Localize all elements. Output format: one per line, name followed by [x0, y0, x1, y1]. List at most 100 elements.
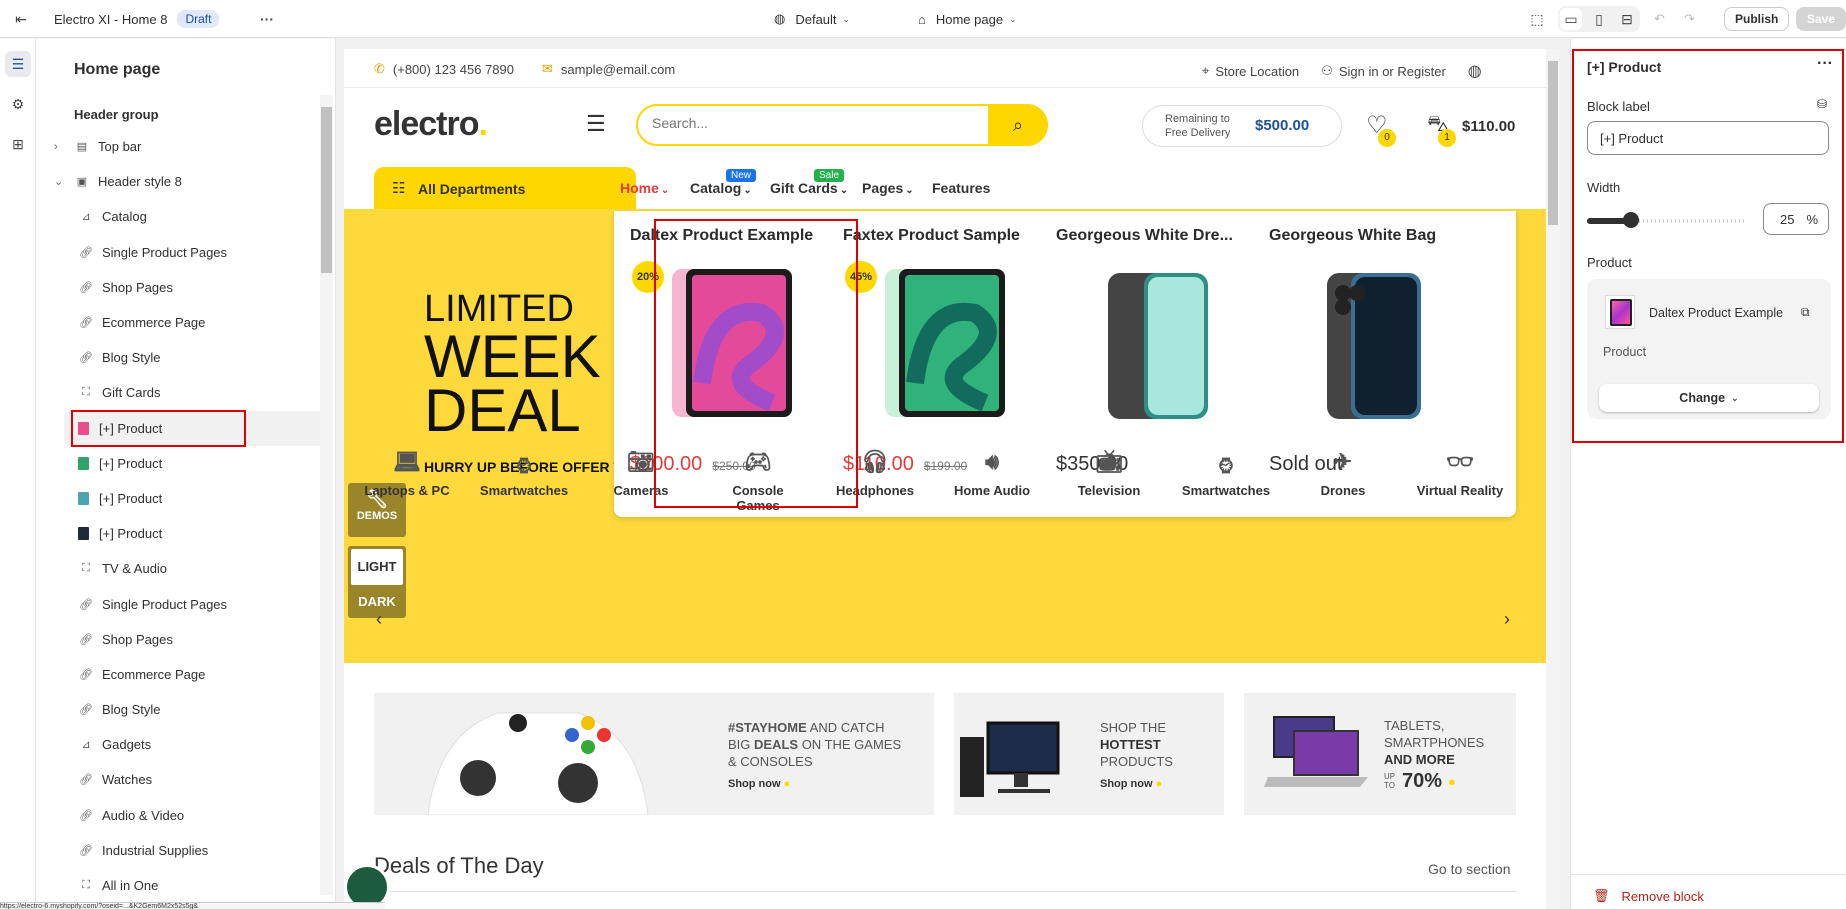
sidebar-item[interactable]: 🔗︎ Industrial Supplies	[36, 833, 326, 868]
status-url: https://electro-6.myshopify.com/?oseid=.…	[0, 902, 385, 909]
sign-in-link[interactable]: Sign in or Register	[1339, 64, 1446, 79]
fullwidth-view-icon[interactable]: ⊟	[1616, 8, 1638, 30]
editor-rail: ☰ ⚙ ⊞	[0, 39, 36, 909]
sidebar-item[interactable]: 🔗︎ Single Product Pages	[36, 586, 326, 621]
hamburger-menu-icon[interactable]: ☰	[586, 111, 606, 137]
theme-toggle[interactable]: LIGHT DARK	[348, 546, 406, 618]
arrow-circle-icon: ●	[783, 778, 791, 790]
sidebar-item[interactable]: [+] Product	[36, 446, 326, 481]
sidebar-item[interactable]: [+] Product	[36, 481, 326, 516]
arrow-circle-icon: ●	[1155, 778, 1163, 790]
nav-item-home[interactable]: Home ⌄	[620, 180, 669, 196]
apps-icon[interactable]: ⊞	[5, 131, 31, 157]
category-item[interactable]: ⌚︎ Smartwatches	[469, 449, 579, 498]
sidebar-item-label: Watches	[102, 772, 153, 788]
sidebar-item[interactable]: 🔗︎ Blog Style	[36, 692, 326, 727]
sidebar-item[interactable]: 🔗︎ Single Product Pages	[36, 235, 326, 270]
banner-games[interactable]: #STAYHOME AND CATCH BIG DEALS ON THE GAM…	[374, 693, 934, 815]
store-location-link[interactable]: Store Location	[1215, 64, 1299, 79]
game-controller-image	[427, 712, 649, 815]
all-departments-button[interactable]: ☷ All Departments	[374, 167, 636, 213]
carousel-prev-icon[interactable]: ‹	[376, 609, 382, 630]
sidebar-item[interactable]: 🔗︎ Blog Style	[36, 340, 326, 375]
link-icon: 🔗︎	[79, 809, 93, 822]
banner-1-cta[interactable]: Shop now	[728, 778, 781, 790]
link-icon: 🔗︎	[79, 774, 93, 787]
mobile-view-icon[interactable]: ▯	[1588, 8, 1610, 30]
product-image[interactable]	[1291, 263, 1441, 423]
chevron-down-icon: ⌄	[839, 185, 849, 196]
link-icon: 🔗︎	[79, 704, 93, 717]
sidebar-item[interactable]: ⊿ Catalog	[36, 199, 326, 234]
sidebar-item[interactable]: ⛶ All in One	[36, 868, 326, 903]
remove-block-button[interactable]: 🗑︎ Remove block	[1593, 888, 1704, 904]
sections-icon[interactable]: ☰	[5, 51, 31, 77]
sidebar-scrollbar[interactable]	[320, 95, 333, 895]
banner-2-cta[interactable]: Shop now	[1100, 778, 1153, 790]
product-thumbnail-icon	[78, 491, 89, 505]
category-item[interactable]: 💻︎ Laptops & PC	[352, 449, 462, 498]
language-globe-icon[interactable]: ◍	[1468, 61, 1482, 81]
category-item[interactable]: 👓︎ Virtual Reality	[1405, 449, 1515, 498]
desktop-view-icon[interactable]: ▭	[1560, 8, 1582, 30]
search-button[interactable]: ⌕	[988, 104, 1048, 146]
theme-select[interactable]: ◍ Default ⌄	[774, 0, 850, 38]
banner-hottest[interactable]: SHOP THE HOTTEST PRODUCTS Shop now ●	[954, 693, 1224, 815]
draft-badge: Draft	[177, 10, 220, 28]
sidebar-item-label: Blog Style	[102, 702, 161, 718]
inspector-icon[interactable]: ⬚	[1526, 0, 1548, 38]
exit-icon[interactable]: ⇤	[10, 0, 32, 38]
sidebar-item[interactable]: ⛶ TV & Audio	[36, 551, 326, 586]
redo-icon[interactable]: ↷	[1684, 0, 1695, 38]
page-select[interactable]: ⌂ Home page ⌄	[918, 0, 1017, 38]
arrow-circle-icon: ●	[1448, 773, 1456, 789]
category-item[interactable]: ✈︎ Drones	[1288, 449, 1398, 498]
sidebar-item[interactable]: 🔗︎ Watches	[36, 762, 326, 797]
location-icon: ⌖	[1202, 63, 1210, 78]
section-tree: › ▤ Top bar ⌄ ▣ Header style 8 ⊿ Catalog 🔗︎ Singl…	[36, 129, 326, 903]
category-item[interactable]: 🔊︎ Home Audio	[937, 449, 1047, 498]
banner-tablets[interactable]: TABLETS, SMARTPHONES AND MORE UP TO 70% ●	[1244, 693, 1516, 815]
light-mode-button[interactable]: LIGHT	[351, 549, 403, 585]
chevron-down-icon[interactable]: ⌄	[54, 175, 68, 188]
sidebar-item[interactable]: 🔗︎ Audio & Video	[36, 798, 326, 833]
store-email[interactable]: sample@email.com	[561, 62, 675, 77]
more-icon[interactable]: ···	[256, 0, 278, 38]
sidebar-item[interactable]: 🔗︎ Shop Pages	[36, 270, 326, 305]
go-to-section-link[interactable]: Go to section	[1428, 861, 1511, 877]
sidebar-item[interactable]: [+] Product	[36, 516, 326, 551]
sidebar-item[interactable]: 🔗︎ Ecommerce Page	[36, 657, 326, 692]
store-logo[interactable]: electro.	[374, 105, 488, 144]
settings-gear-icon[interactable]: ⚙	[5, 91, 31, 117]
preview-scrollbar[interactable]	[1546, 49, 1560, 909]
category-label: Smartwatches	[479, 483, 569, 498]
nav-item-catalog[interactable]: Catalog ⌄	[690, 180, 752, 196]
save-button[interactable]: Save	[1796, 7, 1846, 31]
product-image[interactable]	[1078, 263, 1228, 423]
search-input[interactable]	[652, 115, 992, 131]
product-title[interactable]: Faxtex Product Sample	[843, 227, 1035, 245]
sidebar-item[interactable]: ⊿ Gadgets	[36, 727, 326, 762]
sidebar-item[interactable]: ⌄ ▣ Header style 8	[36, 164, 326, 199]
sidebar-item[interactable]: › ▤ Top bar	[36, 129, 326, 164]
nav-item-gift-cards[interactable]: Gift Cards ⌄	[770, 180, 848, 196]
chevron-down-icon: ⌄	[842, 13, 851, 24]
category-item[interactable]: ⌚︎ Smartwatches	[1171, 449, 1281, 498]
product-title[interactable]: Georgeous White Bag	[1269, 227, 1461, 245]
sidebar-item[interactable]: 🔗︎ Ecommerce Page	[36, 305, 326, 340]
publish-button[interactable]: Publish	[1724, 7, 1790, 31]
product-title[interactable]: Georgeous White Dre...	[1056, 227, 1248, 245]
image-icon: ⊿	[81, 211, 91, 224]
category-item[interactable]: 📺︎ Television	[1054, 449, 1164, 498]
chevron-right-icon[interactable]: ›	[54, 141, 68, 153]
sidebar-item-label: Header style 8	[98, 174, 182, 190]
nav-item-pages[interactable]: Pages ⌄	[862, 180, 914, 196]
nav-item-features[interactable]: Features	[932, 180, 990, 196]
undo-icon[interactable]: ↶	[1654, 0, 1665, 38]
sidebar-item-label: Audio & Video	[102, 807, 185, 823]
sidebar-item[interactable]: 🔗︎ Shop Pages	[36, 622, 326, 657]
drone-icon: ✈︎	[1333, 449, 1353, 474]
sidebar-item[interactable]: ⛶ Gift Cards	[36, 375, 326, 410]
carousel-next-icon[interactable]: ›	[1504, 609, 1510, 630]
product-image[interactable]	[865, 263, 1015, 423]
